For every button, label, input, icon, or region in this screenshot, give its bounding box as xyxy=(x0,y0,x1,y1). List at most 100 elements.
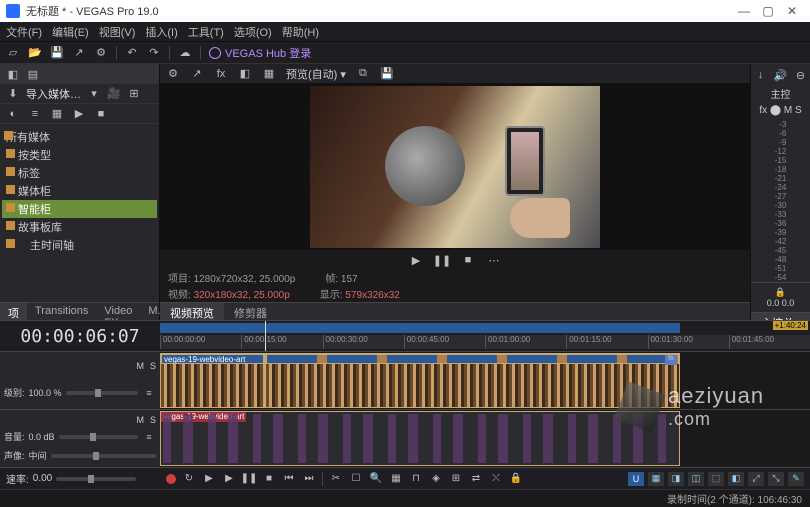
edit-tool-3[interactable]: ◫ xyxy=(688,472,704,486)
ruler-tick[interactable]: 00:00:00:00 xyxy=(160,335,241,349)
timeline-ruler[interactable]: 00:00:00:0000:00:15:0000:00:30:0000:00:4… xyxy=(160,321,810,351)
tree-storyboard[interactable]: 故事板库 xyxy=(2,218,157,236)
edit-tool-6[interactable]: ⤢ xyxy=(748,472,764,486)
left-icon-2[interactable]: ▤ xyxy=(26,67,40,81)
left-stop-icon[interactable]: ■ xyxy=(94,107,108,121)
edit-tool-7[interactable]: ⤡ xyxy=(768,472,784,486)
video-track-header[interactable]: MS 级别:100.0 %≡ xyxy=(0,351,160,409)
track2-fx-icon[interactable]: ≡ xyxy=(142,430,156,444)
preview-play-icon[interactable]: ▶ xyxy=(409,253,423,267)
tab-video-fx[interactable]: Video FX xyxy=(96,303,140,320)
ruler-tick[interactable]: 00:01:15:00 xyxy=(566,335,647,349)
track2-pan-slider[interactable] xyxy=(51,454,156,458)
tab-trimmer[interactable]: 修剪器 xyxy=(224,303,277,320)
timecode-display[interactable]: 00:00:06:07 xyxy=(0,321,160,351)
preview-settings-icon[interactable]: ⚙ xyxy=(166,67,180,81)
edit-tool-5[interactable]: ◧ xyxy=(728,472,744,486)
grid-icon[interactable]: ▦ xyxy=(389,472,403,486)
track1-fx-icon[interactable]: ≡ xyxy=(142,386,156,400)
ruler-tick[interactable]: 00:00:30:00 xyxy=(323,335,404,349)
menu-insert[interactable]: 插入(I) xyxy=(145,24,177,40)
preview-pause-icon[interactable]: ❚❚ xyxy=(435,253,449,267)
edit-tool-0[interactable]: U xyxy=(628,472,644,486)
edit-tool-2[interactable]: ◨ xyxy=(668,472,684,486)
rate-slider[interactable] xyxy=(56,477,136,481)
redo-icon[interactable]: ↷ xyxy=(147,46,161,60)
vegas-hub-button[interactable]: VEGAS Hub 登录 xyxy=(209,45,311,61)
master-fx-row[interactable]: fx ⬤ M S xyxy=(759,105,801,116)
master-volume-icon[interactable]: 🔊 xyxy=(774,68,788,82)
loop-icon[interactable]: ↻ xyxy=(182,472,196,486)
audio-clip[interactable]: vegas-19-webvideo-art xyxy=(160,411,680,466)
left-tool-2[interactable]: ≡ xyxy=(28,107,42,121)
preview-overlay-icon[interactable]: ▦ xyxy=(262,67,276,81)
menu-tools[interactable]: 工具(T) xyxy=(188,24,224,40)
ruler-tick[interactable]: 00:01:45:00 xyxy=(729,335,810,349)
menu-view[interactable]: 视图(V) xyxy=(99,24,136,40)
preview-stop-icon[interactable]: ■ xyxy=(461,253,475,267)
go-end-icon[interactable]: ⏭ xyxy=(302,472,316,486)
menu-help[interactable]: 帮助(H) xyxy=(282,24,319,40)
left-tool-1[interactable]: ◐ xyxy=(6,107,20,121)
undo-icon[interactable]: ↶ xyxy=(125,46,139,60)
ruler-tick[interactable]: 00:01:00:00 xyxy=(485,335,566,349)
close-button[interactable]: ✕ xyxy=(780,4,804,18)
import-icon[interactable]: ⬇ xyxy=(6,87,20,101)
maximize-button[interactable]: ▢ xyxy=(756,4,780,18)
track1-solo[interactable]: S xyxy=(150,361,156,371)
edit-tool-4[interactable]: ⬚ xyxy=(708,472,724,486)
scan-icon[interactable]: ⊞ xyxy=(127,87,141,101)
snap-icon[interactable]: ⊓ xyxy=(409,472,423,486)
video-clip-thumb[interactable]: vegas-19-webvideo-art xyxy=(160,353,265,408)
capture-icon[interactable]: ▾ xyxy=(87,87,101,101)
track2-vol-slider[interactable] xyxy=(59,435,138,439)
track-content-area[interactable]: vegas-19-webvideo-art fx vegas-19-webvid… xyxy=(160,351,810,467)
properties-icon[interactable]: ⚙ xyxy=(94,46,108,60)
preview-viewport[interactable] xyxy=(160,84,750,250)
left-tool-3[interactable]: ▦ xyxy=(50,107,64,121)
play-start-icon[interactable]: ▶ xyxy=(202,472,216,486)
tree-main-timeline[interactable]: 主时间轴 xyxy=(2,236,157,254)
playhead[interactable] xyxy=(265,321,266,351)
audio-track-header[interactable]: MS 音量:0.0 dB≡ 声像:中间 xyxy=(0,409,160,467)
loop-region[interactable] xyxy=(160,323,810,333)
open-icon[interactable]: 📂 xyxy=(28,46,42,60)
ripple-icon[interactable]: ⇄ xyxy=(469,472,483,486)
stop-icon[interactable]: ■ xyxy=(262,472,276,486)
ruler-tick[interactable]: 00:01:30:00 xyxy=(648,335,729,349)
render-icon[interactable]: ↗ xyxy=(72,46,86,60)
preview-quality-dropdown[interactable]: 预览(自动) ▾ xyxy=(286,66,346,82)
upload-icon[interactable]: ☁ xyxy=(178,46,192,60)
preview-fx-icon[interactable]: fx xyxy=(214,67,228,81)
menu-file[interactable]: 文件(F) xyxy=(6,24,42,40)
left-play-icon[interactable]: ▶ xyxy=(72,107,86,121)
go-start-icon[interactable]: ⏮ xyxy=(282,472,296,486)
track2-solo[interactable]: S xyxy=(150,415,156,425)
tree-media-bins[interactable]: 媒体柜 xyxy=(2,182,157,200)
track1-level-slider[interactable] xyxy=(66,391,138,395)
crossfade-icon[interactable]: ⤬ xyxy=(489,472,503,486)
preview-split-icon[interactable]: ◧ xyxy=(238,67,252,81)
tab-project-media[interactable]: 项目媒体 xyxy=(0,303,27,320)
lock-icon[interactable]: 🔒 xyxy=(509,472,523,486)
track1-mute[interactable]: M xyxy=(136,361,144,371)
edit-tool-8[interactable]: ✎ xyxy=(788,472,804,486)
tree-by-type[interactable]: 按类型 xyxy=(2,146,157,164)
new-project-icon[interactable]: ▱ xyxy=(6,46,20,60)
marker-icon[interactable]: ◈ xyxy=(429,472,443,486)
master-dim-icon[interactable]: ⊖ xyxy=(794,68,808,82)
edit-tool-1[interactable]: ▦ xyxy=(648,472,664,486)
tree-all-media[interactable]: 所有媒体 xyxy=(2,128,157,146)
master-meter[interactable]: -3-6-9-12-15-18-21-24-27-30-33-36-39-42-… xyxy=(751,120,810,282)
minimize-button[interactable]: — xyxy=(732,4,756,18)
track2-mute[interactable]: M xyxy=(136,415,144,425)
tab-transitions[interactable]: Transitions xyxy=(27,303,96,320)
master-insert-icon[interactable]: ↓ xyxy=(754,68,768,82)
record-button[interactable] xyxy=(166,474,176,484)
video-clip-main[interactable]: fx xyxy=(265,353,680,408)
preview-save-icon[interactable]: 💾 xyxy=(380,67,394,81)
ruler-tick[interactable]: 00:00:45:00 xyxy=(404,335,485,349)
tree-tags[interactable]: 标签 xyxy=(2,164,157,182)
preview-ext-icon[interactable]: ↗ xyxy=(190,67,204,81)
ruler-tick[interactable]: 00:00:15:00 xyxy=(241,335,322,349)
